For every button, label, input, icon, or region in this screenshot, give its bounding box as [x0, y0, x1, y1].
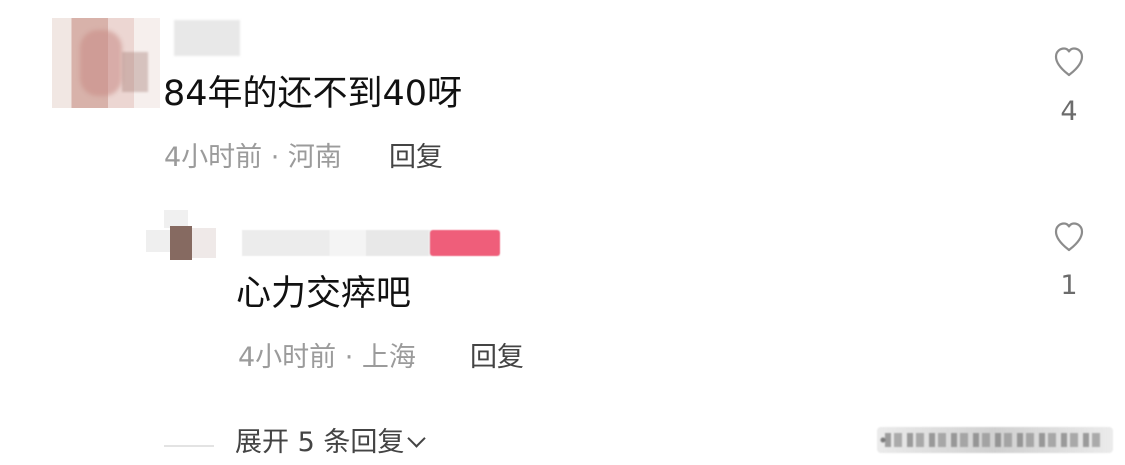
heart-icon[interactable]	[1051, 219, 1087, 255]
chevron-down-icon	[410, 432, 424, 446]
comment-meta: 4小时前 · 河南 回复	[164, 140, 443, 176]
avatar[interactable]	[52, 18, 160, 108]
heart-icon[interactable]	[1051, 44, 1087, 80]
reply-button[interactable]: 回复	[389, 140, 443, 176]
blurred-username[interactable]	[174, 20, 240, 56]
expand-replies-button[interactable]: 展开 5 条回复	[235, 426, 424, 460]
reply-time-location: 4小时前 · 上海	[238, 342, 416, 373]
blurred-reply-username[interactable]	[242, 230, 500, 256]
thread-divider	[164, 445, 214, 447]
reply-to-reply-button[interactable]: 回复	[470, 340, 524, 376]
comment-thread: 84年的还不到40呀 4小时前 · 河南 回复 4 心力交瘁吧 4小时前 · 上…	[0, 0, 1125, 465]
comment-text: 84年的还不到40呀	[163, 74, 463, 114]
comment-time-location: 4小时前 · 河南	[164, 142, 342, 173]
expand-replies-label: 展开 5 条回复	[235, 427, 405, 458]
watermark	[877, 427, 1113, 453]
reply-avatar[interactable]	[146, 210, 218, 260]
reply-comment-text: 心力交瘁吧	[236, 274, 412, 314]
reply-like-count: 1	[1060, 270, 1078, 301]
reply-meta: 4小时前 · 上海 回复	[238, 340, 524, 376]
like-count: 4	[1060, 96, 1078, 127]
